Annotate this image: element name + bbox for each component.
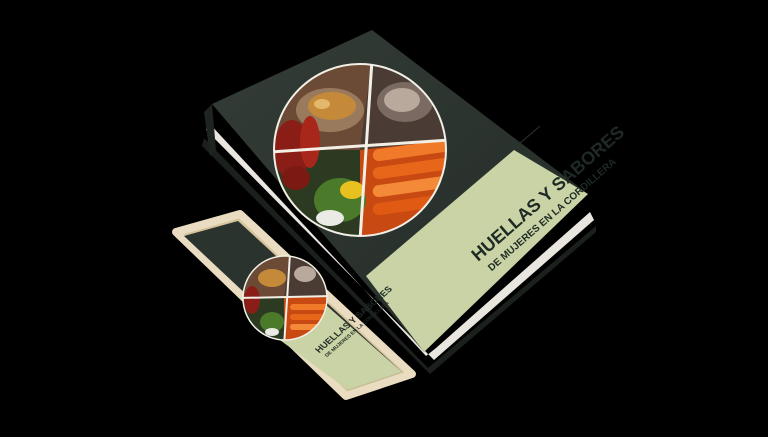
mockup-svg: HUELLAS Y SABORES DE MUJERES EN LA CORDI…: [172, 30, 628, 400]
mockup-scene: HUELLAS Y SABORES DE MUJERES EN LA CORDI…: [0, 0, 768, 432]
